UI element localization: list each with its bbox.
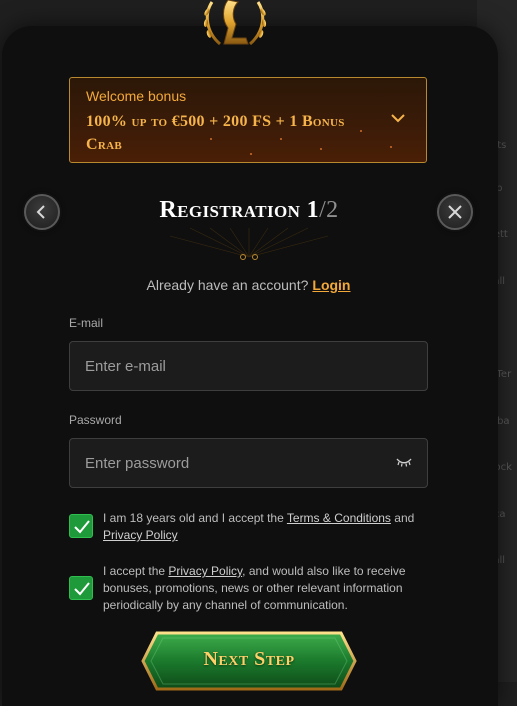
chevron-left-icon — [36, 205, 45, 219]
privacy-policy-link[interactable]: Privacy Policy — [103, 528, 178, 542]
back-button[interactable] — [24, 194, 60, 230]
next-step-button[interactable]: Next Step — [141, 631, 357, 691]
bonus-label: Welcome bonus — [86, 88, 187, 104]
login-prompt: Already have an account? Login — [69, 277, 428, 293]
terms-link[interactable]: Terms & Conditions — [287, 511, 391, 525]
email-field[interactable] — [69, 341, 428, 391]
step-total: 2 — [326, 197, 339, 223]
password-label: Password — [69, 413, 122, 427]
checkmark-icon — [74, 582, 90, 596]
registration-title: Registration 1 — [159, 197, 320, 223]
password-field[interactable] — [69, 438, 428, 488]
next-step-label: Next Step — [203, 648, 295, 670]
consent1-mid: and — [390, 511, 415, 525]
login-link[interactable]: Login — [312, 277, 350, 293]
marketing-consent-checkbox[interactable] — [69, 576, 93, 600]
login-prompt-text: Already have an account? — [146, 277, 309, 293]
checkmark-icon — [74, 520, 90, 534]
email-label: E-mail — [69, 316, 104, 330]
marketing-consent-text: I accept the Privacy Policy, and would a… — [103, 563, 423, 614]
welcome-bonus-selector[interactable]: Welcome bonus 100% up to €500 + 200 FS +… — [69, 77, 427, 163]
title-ornament-divider — [70, 227, 428, 260]
gold-laurel-logo-icon — [203, 0, 267, 46]
age-terms-checkbox[interactable] — [69, 514, 93, 538]
bonus-title: 100% up to €500 + 200 FS + 1 Bonus Crab — [86, 113, 345, 153]
close-button[interactable] — [437, 194, 473, 230]
chevron-down-icon[interactable] — [390, 112, 406, 124]
eye-closed-icon[interactable] — [395, 456, 413, 468]
page-title: Registration 1/2 — [100, 197, 398, 224]
consent1-text: I am 18 years old and I accept the — [103, 511, 287, 525]
privacy-policy-link[interactable]: Privacy Policy — [168, 564, 242, 578]
age-terms-text: I am 18 years old and I accept the Terms… — [103, 510, 423, 544]
consent2-text: I accept the — [103, 564, 169, 578]
close-icon — [448, 205, 462, 219]
